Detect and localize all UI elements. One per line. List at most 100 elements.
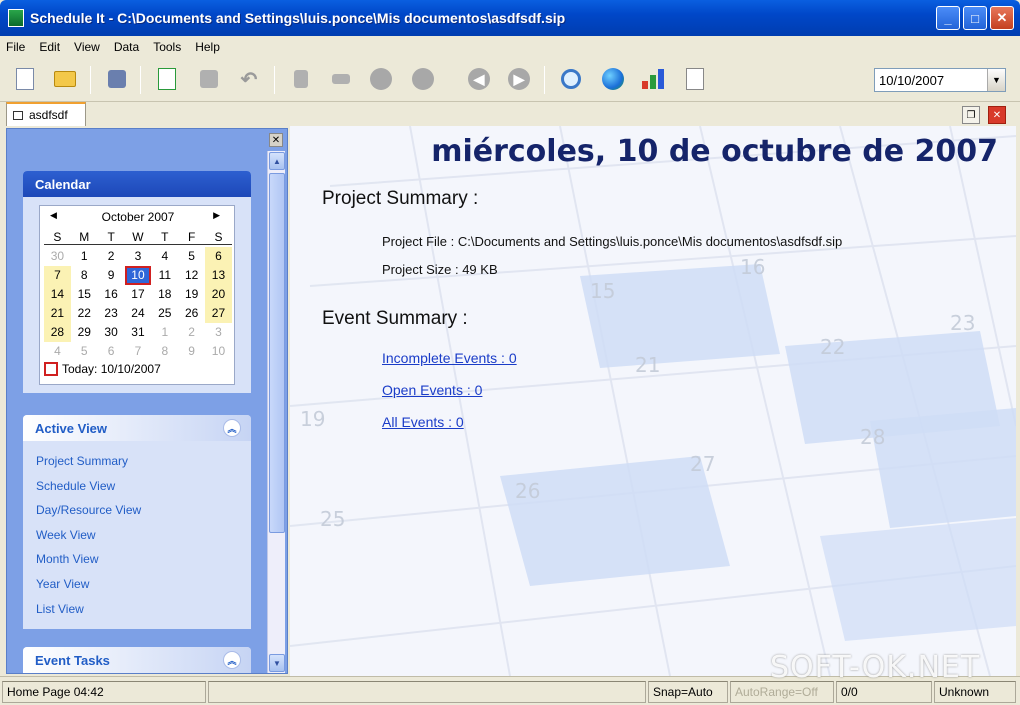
calendar-day[interactable]: 5 (71, 342, 98, 361)
weekday-label: F (187, 230, 196, 244)
collapse-icon[interactable]: ︽ (223, 651, 241, 669)
view-item-month[interactable]: Month View (36, 547, 251, 572)
date-picker-value[interactable]: 10/10/2007 (875, 73, 987, 88)
calendar-day[interactable]: 1 (151, 323, 178, 342)
project-summary-title: Project Summary : (322, 188, 479, 209)
calendar-day[interactable]: 4 (44, 342, 71, 361)
minimize-button[interactable]: _ (936, 6, 960, 30)
calendar-day[interactable]: 3 (125, 247, 152, 266)
add-event-icon[interactable] (152, 64, 182, 94)
calendar-day[interactable]: 2 (98, 247, 125, 266)
open-folder-icon[interactable] (50, 64, 80, 94)
schedule-view-icon[interactable] (102, 64, 132, 94)
incomplete-events-link[interactable]: Incomplete Events : 0 (382, 350, 517, 366)
calendar-day[interactable]: 14 (44, 285, 71, 304)
calendar-week-row: 4 5 6 7 8 9 10 (44, 342, 232, 361)
view-item-schedule[interactable]: Schedule View (36, 474, 251, 499)
calendar-day[interactable]: 16 (98, 285, 125, 304)
calendar-day[interactable]: 29 (71, 323, 98, 342)
scroll-up-icon[interactable]: ▲ (269, 152, 285, 170)
calendar-day[interactable]: 27 (205, 304, 232, 323)
view-item-list[interactable]: List View (36, 597, 251, 622)
calendar-day[interactable]: 1 (71, 247, 98, 266)
view-item-day-resource[interactable]: Day/Resource View (36, 498, 251, 523)
calendar-day[interactable]: 2 (178, 323, 205, 342)
maximize-button[interactable]: □ (963, 6, 987, 30)
calendar-day[interactable]: 21 (44, 304, 71, 323)
calendar-day[interactable]: 6 (98, 342, 125, 361)
calendar-day[interactable]: 11 (151, 266, 178, 285)
event-tasks-header[interactable]: Event Tasks ︽ (23, 647, 251, 673)
scroll-down-icon[interactable]: ▼ (269, 654, 285, 672)
document-icon (13, 110, 23, 120)
view-item-week[interactable]: Week View (36, 523, 251, 548)
calendar-day[interactable]: 12 (178, 266, 205, 285)
calendar-day[interactable]: 30 (44, 247, 71, 266)
recurrence-icon[interactable] (408, 64, 438, 94)
active-view-header[interactable]: Active View ︽ (23, 415, 251, 441)
globe-icon[interactable] (598, 64, 628, 94)
menu-view[interactable]: View (74, 40, 100, 54)
calendar-day[interactable]: 5 (178, 247, 205, 266)
close-button[interactable]: ✕ (990, 6, 1014, 30)
calendar-day[interactable]: 9 (178, 342, 205, 361)
calendar-day[interactable]: 30 (98, 323, 125, 342)
chevron-down-icon[interactable]: ▼ (987, 69, 1005, 91)
calendar-day[interactable]: 23 (98, 304, 125, 323)
today-button[interactable]: Today: 10/10/2007 (44, 362, 161, 376)
tab-asdfsdf[interactable]: asdfsdf (6, 102, 86, 126)
new-document-icon[interactable] (10, 64, 40, 94)
calendar-day[interactable]: 3 (205, 323, 232, 342)
calendar-day[interactable]: 24 (125, 304, 152, 323)
menu-tools[interactable]: Tools (153, 40, 181, 54)
restore-tab-icon[interactable]: ❐ (962, 106, 980, 124)
view-item-project-summary[interactable]: Project Summary (36, 449, 251, 474)
calendar-day[interactable]: 10 (205, 342, 232, 361)
calendar-day[interactable]: 15 (71, 285, 98, 304)
calendar-day[interactable]: 10 (124, 266, 152, 285)
calendar-day[interactable]: 26 (178, 304, 205, 323)
calendar-day[interactable]: 31 (125, 323, 152, 342)
chart-icon[interactable] (638, 64, 668, 94)
calendar-day[interactable]: 13 (205, 266, 232, 285)
award-icon[interactable] (366, 64, 396, 94)
calendar-day[interactable]: 7 (44, 266, 71, 285)
calendar-day[interactable]: 7 (125, 342, 152, 361)
all-events-link[interactable]: All Events : 0 (382, 414, 464, 430)
add-resource-icon[interactable] (194, 64, 224, 94)
menu-data[interactable]: Data (114, 40, 139, 54)
calendar-day[interactable]: 28 (44, 323, 71, 342)
calendar-day[interactable]: 20 (205, 285, 232, 304)
menu-edit[interactable]: Edit (39, 40, 60, 54)
calendar-week-row: 14 15 16 17 18 19 20 (44, 285, 232, 304)
report-icon[interactable] (680, 64, 710, 94)
open-events-link[interactable]: Open Events : 0 (382, 382, 482, 398)
split-icon[interactable] (326, 64, 356, 94)
calendar-day[interactable]: 18 (151, 285, 178, 304)
calendar-day[interactable]: 17 (125, 285, 152, 304)
calendar-day[interactable]: 8 (71, 266, 98, 285)
close-panel-icon[interactable]: ✕ (269, 133, 283, 147)
menu-file[interactable]: File (6, 40, 25, 54)
view-item-year[interactable]: Year View (36, 572, 251, 597)
calendar-day[interactable]: 22 (71, 304, 98, 323)
calendar-day[interactable]: 25 (151, 304, 178, 323)
calendar-day[interactable]: 4 (151, 247, 178, 266)
calendar-day[interactable]: 8 (151, 342, 178, 361)
collapse-icon[interactable]: ︽ (223, 419, 241, 437)
undo-icon[interactable]: ↶ (234, 64, 264, 94)
date-picker[interactable]: 10/10/2007 ▼ (874, 68, 1006, 92)
close-tab-icon[interactable]: ✕ (988, 106, 1006, 124)
search-icon[interactable] (556, 64, 586, 94)
menu-help[interactable]: Help (195, 40, 220, 54)
forward-arrow-icon[interactable]: ▶ (504, 64, 534, 94)
filter-icon[interactable] (286, 64, 316, 94)
vertical-scrollbar[interactable]: ▲ ▼ (267, 151, 285, 673)
next-month-icon[interactable]: ▶ (213, 210, 220, 221)
calendar-day[interactable]: 19 (178, 285, 205, 304)
calendar-day[interactable]: 9 (98, 266, 125, 285)
back-arrow-icon[interactable]: ◀ (464, 64, 494, 94)
svg-text:21: 21 (635, 353, 660, 377)
calendar-day[interactable]: 6 (205, 247, 232, 266)
scroll-thumb[interactable] (269, 173, 285, 533)
